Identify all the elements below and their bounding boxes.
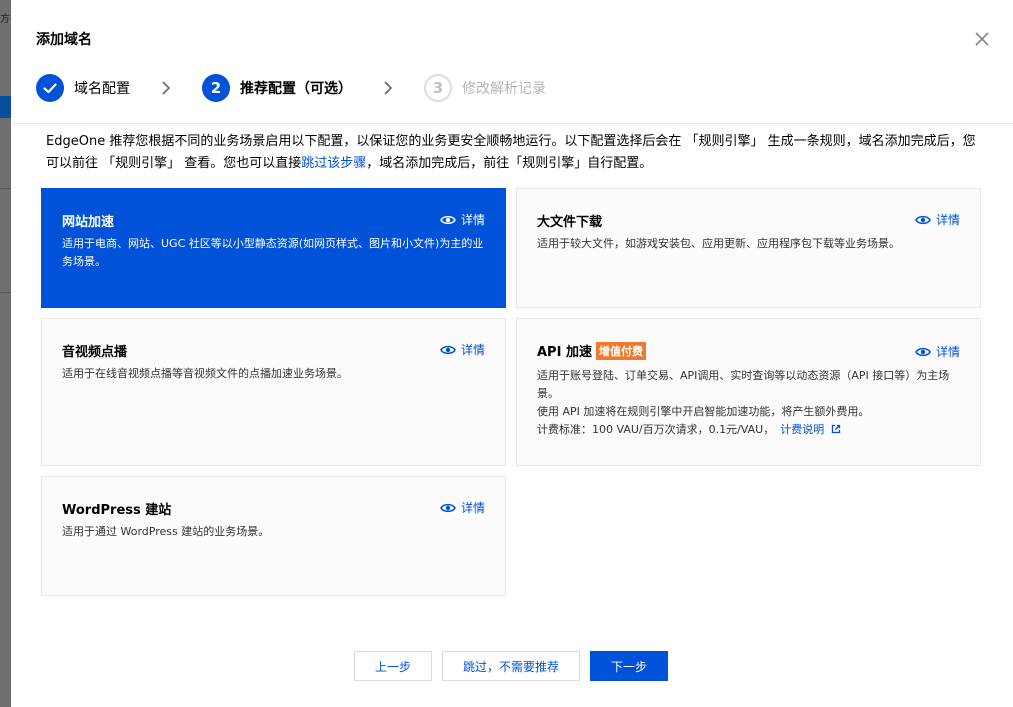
skip-button[interactable]: 跳过，不需要推荐 <box>442 651 580 681</box>
intro-text: EdgeOne 推荐您根据不同的业务场景启用以下配置，以保证您的业务更安全顺畅地… <box>46 131 986 175</box>
eye-icon <box>440 503 456 512</box>
card-description: 适用于通过 WordPress 建站的业务场景。 <box>62 525 270 538</box>
card-pricing-row: 计费标准：100 VAU/百万次请求，0.1元/VAU， 计费说明 <box>537 421 967 439</box>
paid-badge: 增值付费 <box>595 341 646 360</box>
step-number: 3 <box>424 74 452 102</box>
modal-title: 添加域名 <box>36 32 92 48</box>
add-domain-modal: 添加域名 域名配置 2 推荐配置（可选） 3 修改解析记录 EdgeOne 推荐… <box>11 0 1013 707</box>
card-title: 网站加速 <box>62 215 115 230</box>
card-title: WordPress 建站 <box>62 503 172 518</box>
card-description: 适用于账号登陆、订单交易、API调用、实时查询等以动态资源（API 接口等）为主… <box>537 369 950 400</box>
skip-step-link[interactable]: 跳过该步骤 <box>301 156 366 171</box>
card-description: 适用于电商、网站、UGC 社区等以小型静态资源(如网页样式、图片和小文件)为主的… <box>62 237 484 268</box>
eye-icon <box>915 347 931 356</box>
external-link-icon <box>831 424 840 434</box>
detail-link[interactable]: 详情 <box>440 211 485 228</box>
card-large-file-download[interactable]: 大文件下载 详情 适用于较大文件，如游戏安装包、应用更新、应用程序包下载等业务场… <box>516 188 981 308</box>
detail-link[interactable]: 详情 <box>440 341 485 358</box>
detail-label: 详情 <box>935 213 960 227</box>
eye-icon <box>440 345 456 354</box>
step-number: 2 <box>202 74 230 102</box>
intro-text-part: ，域名添加完成后，前往「规则引擎」自行配置。 <box>366 156 653 171</box>
detail-link[interactable]: 详情 <box>440 499 485 516</box>
card-video-on-demand[interactable]: 音视频点播 详情 适用于在线音视频点播等音视频文件的点播加速业务场景。 <box>41 318 506 466</box>
step-domain-config: 域名配置 <box>36 74 130 102</box>
background-divider <box>0 292 11 293</box>
divider <box>11 123 1013 124</box>
next-button[interactable]: 下一步 <box>590 651 668 681</box>
detail-label: 详情 <box>460 501 485 515</box>
card-description: 适用于较大文件，如游戏安装包、应用更新、应用程序包下载等业务场景。 <box>537 237 900 250</box>
card-website-acceleration[interactable]: 网站加速 详情 适用于电商、网站、UGC 社区等以小型静态资源(如网页样式、图片… <box>41 188 506 308</box>
card-description-block: 适用于账号登陆、订单交易、API调用、实时查询等以动态资源（API 接口等）为主… <box>537 367 967 439</box>
card-api-acceleration[interactable]: API 加速 增值付费 详情 适用于账号登陆、订单交易、API调用、实时查询等以… <box>516 318 981 466</box>
detail-label: 详情 <box>460 213 485 227</box>
pricing-link-label: 计费说明 <box>780 423 825 436</box>
card-extra-note: 使用 API 加速将在规则引擎中开启智能加速功能，将产生额外费用。 <box>537 405 870 418</box>
background-divider <box>0 188 11 189</box>
step-indicator: 域名配置 2 推荐配置（可选） 3 修改解析记录 <box>36 73 546 103</box>
step-label: 修改解析记录 <box>462 81 546 97</box>
eye-icon <box>915 215 931 224</box>
chevron-right-icon <box>384 81 393 95</box>
step-label: 推荐配置（可选） <box>240 81 352 97</box>
background-page: 方 <box>0 0 11 707</box>
close-icon[interactable] <box>973 30 991 48</box>
detail-label: 详情 <box>935 345 960 359</box>
background-button-fragment <box>0 96 11 118</box>
detail-link[interactable]: 详情 <box>915 343 960 360</box>
pricing-link[interactable]: 计费说明 <box>780 423 841 436</box>
card-title-row: API 加速 增值付费 <box>537 341 646 360</box>
previous-button[interactable]: 上一步 <box>354 651 432 681</box>
eye-icon <box>440 215 456 224</box>
background-text-fragment: 方 <box>0 14 10 25</box>
step-modify-dns: 3 修改解析记录 <box>424 74 546 102</box>
step-recommended-config: 2 推荐配置（可选） <box>202 74 352 102</box>
step-label: 域名配置 <box>74 81 130 97</box>
card-title: 大文件下载 <box>537 215 603 230</box>
detail-label: 详情 <box>460 343 485 357</box>
pricing-text: 计费标准：100 VAU/百万次请求，0.1元/VAU， <box>537 423 775 436</box>
check-icon <box>36 74 64 102</box>
card-title: API 加速 <box>537 345 592 360</box>
card-description: 适用于在线音视频点播等音视频文件的点播加速业务场景。 <box>62 367 348 380</box>
detail-link[interactable]: 详情 <box>915 211 960 228</box>
card-wordpress[interactable]: WordPress 建站 详情 适用于通过 WordPress 建站的业务场景。 <box>41 476 506 596</box>
card-title: 音视频点播 <box>62 345 128 360</box>
chevron-right-icon <box>162 81 171 95</box>
